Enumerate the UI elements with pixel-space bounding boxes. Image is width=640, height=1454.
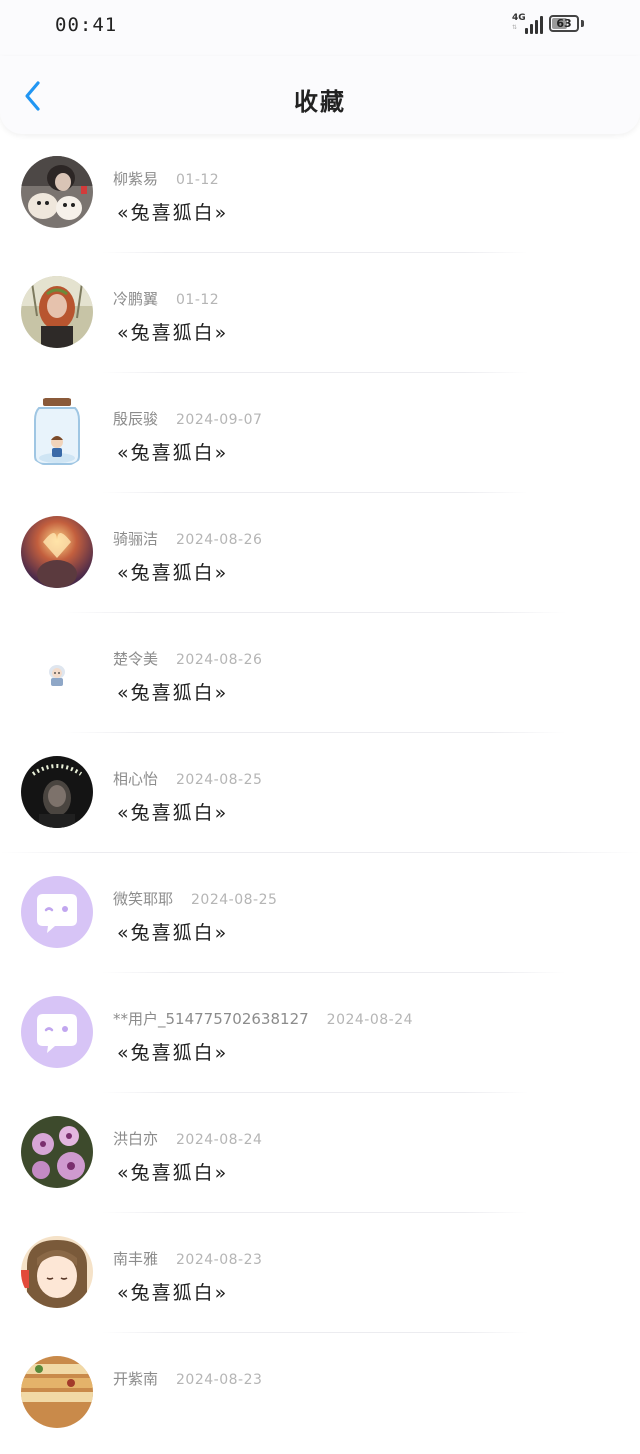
item-title: «兔喜狐白»: [117, 682, 229, 704]
user-avatar[interactable]: [21, 636, 93, 708]
user-name: 微笑耶耶: [113, 890, 174, 908]
favorite-list-item[interactable]: 骑骊洁 2024-08-26 «兔喜狐白»: [0, 494, 640, 614]
user-name: 楚令美: [113, 650, 159, 668]
item-date: 2024-08-24: [326, 1012, 414, 1028]
item-title: «兔喜狐白»: [117, 1042, 229, 1064]
item-meta: 柳紫易 01-12: [113, 168, 219, 189]
signal-icon: [521, 14, 543, 34]
favorite-list-item[interactable]: 南丰雅 2024-08-23 «兔喜狐白»: [0, 1214, 640, 1334]
favorite-list-item[interactable]: 柳紫易 01-12 «兔喜狐白»: [0, 134, 640, 254]
item-title: «兔喜狐白»: [117, 202, 229, 224]
item-title: «兔喜狐白»: [117, 562, 229, 584]
item-divider: [102, 1092, 528, 1093]
user-avatar[interactable]: [21, 276, 93, 348]
user-name: 柳紫易: [113, 170, 159, 188]
favorites-list: 柳紫易 01-12 «兔喜狐白» 冷鹏翼 01-12 «兔喜狐白» 殷辰骏 2024-09-0…: [0, 134, 640, 1454]
item-date: 2024-08-26: [176, 652, 263, 668]
header-bar: 收藏: [0, 56, 640, 134]
item-date: 2024-08-26: [176, 532, 263, 548]
item-title: «兔喜狐白»: [117, 1282, 229, 1304]
favorite-list-item[interactable]: 微笑耶耶 2024-08-25 «兔喜狐白»: [0, 854, 640, 974]
user-avatar[interactable]: [21, 876, 93, 948]
item-meta: 殷辰骏 2024-09-07: [113, 408, 262, 429]
item-divider: [64, 612, 566, 613]
item-meta: **用户_514775702638127 2024-08-24: [113, 1008, 413, 1029]
page-title: 收藏: [294, 88, 346, 116]
item-meta: 骑骊洁 2024-08-26: [113, 528, 262, 549]
item-divider: [102, 972, 566, 973]
user-avatar[interactable]: [21, 516, 93, 588]
user-avatar[interactable]: [21, 156, 93, 228]
user-name: 殷辰骏: [113, 410, 159, 428]
favorite-list-item[interactable]: 相心怡 2024-08-25 «兔喜狐白»: [0, 734, 640, 854]
status-bar: 00:41 4G ⇅ 63: [0, 0, 640, 56]
item-meta: 相心怡 2024-08-25: [113, 768, 262, 789]
user-name: **用户_514775702638127: [113, 1010, 309, 1028]
user-avatar[interactable]: [21, 1356, 93, 1428]
item-date: 2024-08-25: [191, 892, 278, 908]
item-meta: 南丰雅 2024-08-23: [113, 1248, 262, 1269]
item-meta: 洪白亦 2024-08-24: [113, 1128, 262, 1149]
item-divider: [64, 732, 566, 733]
favorite-list-item[interactable]: **用户_514775702638127 2024-08-24 «兔喜狐白»: [0, 974, 640, 1094]
battery-tip: [581, 20, 584, 27]
user-name: 骑骊洁: [113, 530, 159, 548]
item-meta: 微笑耶耶 2024-08-25: [113, 888, 277, 909]
battery-icon: 63: [549, 15, 579, 32]
favorite-list-item[interactable]: 冷鹏翼 01-12 «兔喜狐白»: [0, 254, 640, 374]
user-avatar[interactable]: [21, 396, 93, 468]
item-date: 2024-08-25: [176, 772, 263, 788]
user-avatar[interactable]: [21, 1236, 93, 1308]
user-name: 冷鹏翼: [113, 290, 159, 308]
item-date: 2024-08-23: [176, 1372, 263, 1388]
item-date: 2024-08-24: [176, 1132, 263, 1148]
battery-level: 63: [556, 17, 572, 30]
user-name: 洪白亦: [113, 1130, 159, 1148]
item-title: «兔喜狐白»: [117, 1162, 229, 1184]
item-divider: [0, 852, 640, 853]
favorite-list-item[interactable]: 殷辰骏 2024-09-07 «兔喜狐白»: [0, 374, 640, 494]
user-avatar[interactable]: [21, 756, 93, 828]
favorite-list-item[interactable]: 楚令美 2024-08-26 «兔喜狐白»: [0, 614, 640, 734]
item-date: 2024-09-07: [176, 412, 263, 428]
status-time: 00:41: [55, 14, 118, 36]
user-avatar[interactable]: [21, 996, 93, 1068]
favorite-list-item[interactable]: 洪白亦 2024-08-24 «兔喜狐白»: [0, 1094, 640, 1214]
item-meta: 开紫南 2024-08-23: [113, 1368, 262, 1389]
user-name: 相心怡: [113, 770, 159, 788]
item-date: 2024-08-23: [176, 1252, 263, 1268]
item-divider: [102, 1332, 528, 1333]
item-meta: 冷鹏翼 01-12: [113, 288, 219, 309]
item-divider: [102, 492, 528, 493]
item-title: «兔喜狐白»: [117, 442, 229, 464]
item-divider: [102, 372, 528, 373]
item-meta: 楚令美 2024-08-26: [113, 648, 262, 669]
item-title: «兔喜狐白»: [117, 922, 229, 944]
item-title: «兔喜狐白»: [117, 802, 229, 824]
item-date: 01-12: [176, 172, 220, 188]
user-name: 南丰雅: [113, 1250, 159, 1268]
item-title: «兔喜狐白»: [117, 322, 229, 344]
user-name: 开紫南: [113, 1370, 159, 1388]
item-date: 01-12: [176, 292, 220, 308]
item-divider: [102, 252, 528, 253]
item-divider: [102, 1212, 528, 1213]
user-avatar[interactable]: [21, 1116, 93, 1188]
favorite-list-item[interactable]: 开紫南 2024-08-23: [0, 1334, 640, 1454]
